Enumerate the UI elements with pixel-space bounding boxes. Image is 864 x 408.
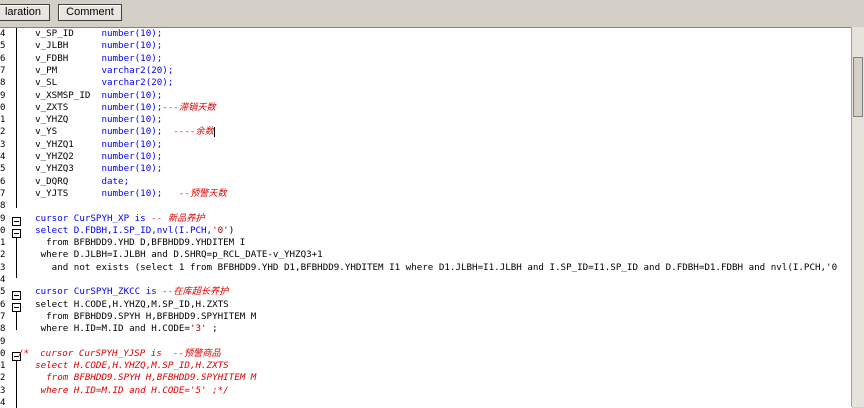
line-number: 4: [0, 398, 6, 408]
code-line: where H.ID=M.ID and H.CODE='5' ;*/: [24, 384, 229, 396]
line-number: 8: [0, 324, 6, 335]
line-number: 6: [0, 176, 6, 187]
line-number: 6: [0, 53, 6, 64]
tab-comment[interactable]: Comment: [58, 4, 122, 21]
line-number: 3: [0, 262, 6, 273]
line-number: 1: [0, 238, 6, 249]
code-line: /* cursor CurSPYH_YJSP is --预警商品: [18, 347, 221, 359]
fold-line: [16, 238, 17, 278]
line-number: 4: [0, 29, 6, 39]
fold-toggle-icon[interactable]: [12, 303, 21, 312]
fold-line: [16, 28, 17, 208]
line-number: 5: [0, 41, 6, 52]
fold-toggle-icon[interactable]: [12, 229, 21, 238]
code-line: select H.CODE,H.YHZQ,M.SP_ID,H.ZXTS: [24, 360, 229, 372]
line-number: 9: [0, 90, 6, 101]
code-line: where D.JLBH=I.JLBH and D.SHRQ=p_RCL_DAT…: [24, 249, 323, 261]
line-number-gutter: 4 5 6 7 8 9 0 1 2 3 4 5 6 7 8 9 0 1 2 3 …: [0, 28, 6, 408]
tab-declaration[interactable]: laration: [0, 4, 50, 21]
code-line: from BFBHDD9.SPYH H,BFBHDD9.SPYHITEM M: [24, 310, 257, 322]
line-number: 4: [0, 152, 6, 162]
line-number: 2: [0, 127, 6, 138]
code-line: cursor CurSPYH_XP is -- 新品养护: [24, 212, 205, 224]
code-line: cursor CurSPYH_ZKCC is --在库超长养护: [24, 286, 229, 298]
code-line: v_XSMSP_ID number(10);: [24, 89, 163, 101]
code-line: v_DQRQ date;: [24, 175, 130, 187]
line-number: 0: [0, 225, 6, 236]
fold-line: [16, 361, 17, 408]
code-line: v_YHZQ1 number(10);: [24, 138, 163, 150]
line-number: 1: [0, 115, 6, 126]
line-number: 2: [0, 373, 6, 384]
code-line: from BFBHDD9.SPYH H,BFBHDD9.SPYHITEM M: [24, 372, 257, 384]
fold-line: [16, 312, 17, 330]
line-number: 5: [0, 287, 6, 298]
code-line: v_YJTS number(10); --预警天数: [24, 187, 227, 199]
code-line: v_YS number(10); ----余数: [24, 126, 215, 138]
text-cursor: [213, 126, 215, 137]
code-line: where H.ID=M.ID and H.CODE='3' ;: [24, 323, 218, 335]
code-line: v_YHZQ number(10);: [24, 114, 163, 126]
line-number: 3: [0, 139, 6, 150]
vertical-scrollbar[interactable]: [851, 27, 864, 407]
line-number: 8: [0, 78, 6, 89]
code-line: v_PM varchar2(20);: [24, 64, 174, 76]
code-line: v_SL varchar2(20);: [24, 77, 174, 89]
line-number: 9: [0, 336, 6, 347]
line-number: 0: [0, 348, 6, 359]
code-line: v_YHZQ2 number(10);: [24, 151, 163, 162]
line-number: 6: [0, 299, 6, 310]
line-number: 7: [0, 311, 6, 322]
code-line: and not exists (select 1 from BFBHDD9.YH…: [24, 261, 838, 273]
line-number: 7: [0, 188, 6, 199]
code-line: v_JLBH number(10);: [24, 40, 163, 52]
code-line: v_ZXTS number(10);---滞销天数: [24, 101, 216, 113]
fold-toggle-icon[interactable]: [12, 217, 21, 226]
code-line: v_SP_ID number(10);: [24, 28, 163, 39]
tab-bar: laration Comment: [0, 0, 864, 24]
code-line: v_FDBH number(10);: [24, 52, 163, 64]
code-line: v_YHZQ3 number(10);: [24, 163, 163, 175]
line-number: 1: [0, 361, 6, 372]
line-number: 3: [0, 385, 6, 396]
code-editor[interactable]: 4 5 6 7 8 9 0 1 2 3 4 5 6 7 8 9 0 1 2 3 …: [0, 27, 852, 408]
line-number: 2: [0, 250, 6, 261]
scrollbar-thumb[interactable]: [853, 57, 863, 117]
code-line: select D.FDBH,I.SP_ID,nvl(I.PCH,'0'): [24, 224, 235, 236]
line-number: 5: [0, 164, 6, 175]
line-number: 7: [0, 65, 6, 76]
line-number: 0: [0, 102, 6, 113]
code-line: select H.CODE,H.YHZQ,M.SP_ID,H.ZXTS: [24, 298, 229, 310]
line-number: 9: [0, 213, 6, 224]
fold-toggle-icon[interactable]: [12, 291, 21, 300]
line-number: 4: [0, 275, 6, 285]
code-line: from BFBHDD9.YHD D,BFBHDD9.YHDITEM I: [24, 237, 246, 249]
line-number: 8: [0, 201, 6, 212]
